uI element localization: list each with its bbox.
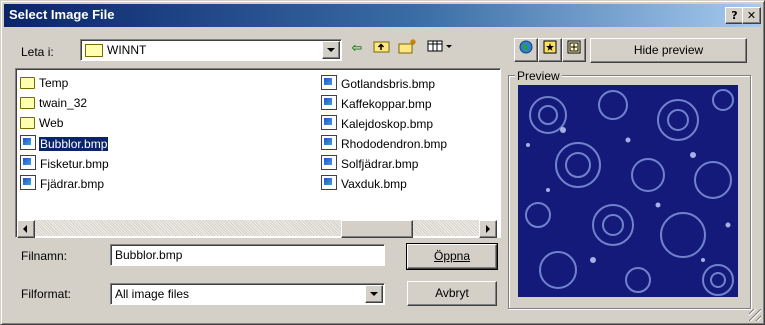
list-item-label: Gotlandsbris.bmp xyxy=(341,77,436,91)
look-in-label: Leta i: xyxy=(21,45,54,59)
back-arrow-icon[interactable]: ⇦ xyxy=(346,38,368,60)
list-item-file[interactable]: Kaffekoppar.bmp xyxy=(321,95,433,112)
hide-preview-button[interactable]: Hide preview xyxy=(590,38,747,63)
filename-input[interactable]: Bubblor.bmp xyxy=(110,244,385,266)
list-item-label: Fjädrar.bmp xyxy=(40,177,105,191)
bitmap-file-icon xyxy=(20,155,36,170)
title-bar[interactable]: Select Image File ? ✕ xyxy=(4,4,761,27)
look-in-label-text: Leta i: xyxy=(21,45,54,59)
list-item-file[interactable]: Fisketur.bmp xyxy=(20,155,110,172)
folder-icon xyxy=(20,77,35,89)
list-item-label: Rhododendron.bmp xyxy=(341,137,448,151)
scan-icon[interactable] xyxy=(538,38,562,62)
list-item-label: Kalejdoskop.bmp xyxy=(341,117,434,131)
filetype-value: All image files xyxy=(115,287,190,301)
list-item-label: Bubblor.bmp xyxy=(37,136,110,152)
list-item-file[interactable]: Vaxduk.bmp xyxy=(321,175,408,192)
bitmap-file-icon xyxy=(321,135,337,150)
filename-label: Filnamn: xyxy=(21,249,68,263)
list-item-label: Solfjädrar.bmp xyxy=(341,157,419,171)
filetype-dropdown-button[interactable] xyxy=(365,285,383,303)
scroll-right-arrow-icon[interactable] xyxy=(479,220,497,238)
list-item-label: Vaxduk.bmp xyxy=(341,177,407,191)
list-item-label: Kaffekoppar.bmp xyxy=(341,97,432,111)
resize-grip[interactable] xyxy=(749,309,761,321)
list-item-folder-twain[interactable]: twain_32 xyxy=(20,95,88,112)
filename-value: Bubblor.bmp xyxy=(115,248,183,262)
list-item-label: twain_32 xyxy=(39,96,88,110)
list-item-file[interactable]: Solfjädrar.bmp xyxy=(321,155,419,172)
list-item-file[interactable]: Gotlandsbris.bmp xyxy=(321,75,436,92)
view-menu-icon[interactable] xyxy=(425,38,455,60)
bitmap-file-icon xyxy=(321,175,337,190)
list-item-folder-web[interactable]: Web xyxy=(20,115,64,132)
bitmap-file-icon xyxy=(321,75,337,90)
preview-legend: Preview xyxy=(515,69,562,83)
list-item-file[interactable]: Rhododendron.bmp xyxy=(321,135,448,152)
file-list[interactable]: Temp twain_32 Web Bubblor.bmp Fisketur.b… xyxy=(15,68,501,238)
folder-icon xyxy=(20,117,35,129)
select-image-dialog: Select Image File ? ✕ Leta i: WINNT ⇦ Hi… xyxy=(0,0,765,325)
bubbles-pattern xyxy=(525,89,734,296)
list-item-label: Web xyxy=(39,116,64,130)
list-item-file[interactable]: Kalejdoskop.bmp xyxy=(321,115,434,132)
look-in-combo[interactable]: WINNT xyxy=(80,39,342,61)
list-item-file[interactable]: Fjädrar.bmp xyxy=(20,175,105,192)
bitmap-file-icon xyxy=(321,115,337,130)
horizontal-scrollbar[interactable] xyxy=(17,220,497,238)
look-in-value: WINNT xyxy=(107,43,147,57)
globe-icon[interactable] xyxy=(514,38,538,62)
preview-image xyxy=(518,85,738,297)
window-title: Select Image File xyxy=(9,7,115,22)
bitmap-file-icon xyxy=(20,135,36,150)
bitmap-file-icon xyxy=(321,155,337,170)
scrollbar-thumb[interactable] xyxy=(341,220,413,238)
close-button[interactable]: ✕ xyxy=(742,7,761,24)
filetype-label: Filformat: xyxy=(21,287,72,301)
open-button-label: Öppna xyxy=(433,249,471,263)
list-item-label: Temp xyxy=(39,76,69,90)
scroll-left-arrow-icon[interactable] xyxy=(17,220,35,238)
new-folder-icon[interactable] xyxy=(397,38,419,60)
list-item-label: Fisketur.bmp xyxy=(40,157,109,171)
folder-icon xyxy=(20,97,35,109)
bitmap-file-icon xyxy=(321,95,337,110)
acquire-icon[interactable] xyxy=(562,38,586,62)
bitmap-file-icon xyxy=(20,175,36,190)
filetype-select[interactable]: All image files xyxy=(110,283,385,305)
open-button[interactable]: Öppna xyxy=(407,244,497,269)
up-folder-icon[interactable] xyxy=(371,38,393,60)
cancel-button[interactable]: Avbryt xyxy=(407,281,497,306)
open-folder-icon xyxy=(85,44,103,57)
list-item-file-selected[interactable]: Bubblor.bmp xyxy=(20,135,110,152)
list-item-folder-temp[interactable]: Temp xyxy=(20,75,69,92)
look-in-dropdown-button[interactable] xyxy=(322,41,340,59)
